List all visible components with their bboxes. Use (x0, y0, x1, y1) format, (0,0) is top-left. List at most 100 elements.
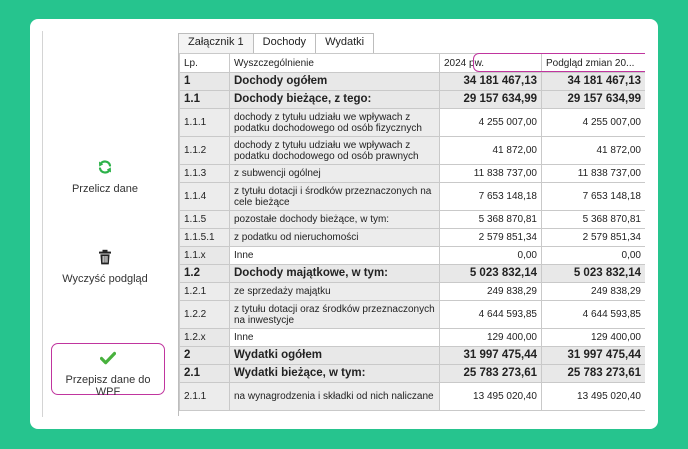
clear-preview-button[interactable]: Wyczyść podgląd (43, 249, 167, 285)
cell-2024: 4 255 007,00 (439, 108, 542, 137)
cell-2024: 29 157 634,99 (439, 90, 542, 109)
refresh-icon (98, 160, 112, 174)
table-row[interactable]: 1.2 Dochody majątkowe, w tym: 5 023 832,… (179, 264, 645, 283)
cell-lp: 2.1 (179, 364, 230, 383)
recalc-button[interactable]: Przelicz dane (43, 159, 167, 195)
copy-to-wpf-button[interactable]: Przepisz dane do WPF (51, 343, 165, 398)
cell-lp: 1.2.2 (179, 300, 230, 329)
cell-lp: 1.1.5.1 (179, 228, 230, 247)
cell-preview: 31 997 475,44 (541, 346, 645, 365)
action-sidebar: Przelicz dane Wyczyść podgląd Przepisz d… (42, 31, 167, 417)
cell-preview: 2 579 851,34 (541, 228, 645, 247)
data-grid: Lp. Wyszczególnienie 2024 pw. Podgląd zm… (178, 53, 645, 416)
cell-description: Wydatki bieżące, w tym: (229, 364, 440, 383)
cell-lp: 1.1.1 (179, 108, 230, 137)
cell-description: na wynagrodzenia i składki od nich nalic… (229, 382, 440, 411)
table-row[interactable]: 1.1.5 pozostałe dochody bieżące, w tym: … (179, 210, 645, 229)
cell-2024: 249 838,29 (439, 282, 542, 301)
table-row[interactable]: 1.1.5.1 z podatku od nieruchomości 2 579… (179, 228, 645, 247)
cell-lp: 1.1.3 (179, 164, 230, 183)
cell-description: Inne (229, 246, 440, 265)
cell-preview: 7 653 148,18 (541, 182, 645, 211)
table-row[interactable]: 1.2.2 z tytułu dotacji oraz środków prze… (179, 300, 645, 329)
cell-lp: 1.1.x (179, 246, 230, 265)
cell-preview: 5 368 870,81 (541, 210, 645, 229)
cell-2024: 34 181 467,13 (439, 72, 542, 91)
table-row[interactable]: 1.2.1 ze sprzedaży majątku 249 838,29 24… (179, 282, 645, 301)
tab-dochody[interactable]: Dochody (252, 33, 317, 53)
cell-description: Inne (229, 328, 440, 347)
tab-wydatki[interactable]: Wydatki (315, 33, 375, 53)
cell-preview: 34 181 467,13 (541, 72, 645, 91)
cell-lp: 1.2.1 (179, 282, 230, 301)
cell-preview: 0,00 (541, 246, 645, 265)
cell-lp: 2.1.1 (179, 382, 230, 411)
cell-preview: 249 838,29 (541, 282, 645, 301)
cell-description: Dochody ogółem (229, 72, 440, 91)
table-row[interactable]: 1.1.3 z subwencji ogólnej 11 838 737,00 … (179, 164, 645, 183)
cell-preview: 25 783 273,61 (541, 364, 645, 383)
cell-preview: 4 644 593,85 (541, 300, 645, 329)
cell-preview: 11 838 737,00 (541, 164, 645, 183)
tab-zalacznik-1[interactable]: Załącznik 1 (178, 33, 254, 53)
cell-lp: 1.2 (179, 264, 230, 283)
cell-2024: 13 495 020,40 (439, 382, 542, 411)
checkmark-icon (100, 351, 116, 365)
cell-2024: 5 368 870,81 (439, 210, 542, 229)
cell-description: ze sprzedaży majątku (229, 282, 440, 301)
cell-2024: 11 838 737,00 (439, 164, 542, 183)
cell-description: Dochody bieżące, z tego: (229, 90, 440, 109)
cell-description: Wydatki ogółem (229, 346, 440, 365)
column-header-description[interactable]: Wyszczególnienie (229, 53, 440, 73)
cell-2024: 7 653 148,18 (439, 182, 542, 211)
cell-2024: 5 023 832,14 (439, 264, 542, 283)
table-row[interactable]: 1.2.x Inne 129 400,00 129 400,00 (179, 328, 645, 347)
table-row[interactable]: 2.1 Wydatki bieżące, w tym: 25 783 273,6… (179, 364, 645, 383)
cell-preview: 29 157 634,99 (541, 90, 645, 109)
table-row[interactable]: 1.1.x Inne 0,00 0,00 (179, 246, 645, 265)
table-row[interactable]: 1.1.1 dochody z tytułu udziału we wpływa… (179, 108, 645, 137)
trash-icon (99, 249, 111, 265)
table-row[interactable]: 1.1 Dochody bieżące, z tego: 29 157 634,… (179, 90, 645, 109)
cell-preview: 129 400,00 (541, 328, 645, 347)
app-frame: Przelicz dane Wyczyść podgląd Przepisz d… (30, 19, 658, 429)
table-row[interactable]: 1.1.2 dochody z tytułu udziału we wpływa… (179, 136, 645, 165)
data-table: Lp. Wyszczególnienie 2024 pw. Podgląd zm… (179, 53, 645, 411)
table-row[interactable]: 1 Dochody ogółem 34 181 467,13 34 181 46… (179, 72, 645, 91)
cell-2024: 129 400,00 (439, 328, 542, 347)
cell-2024: 0,00 (439, 246, 542, 265)
column-header-lp[interactable]: Lp. (179, 53, 230, 73)
column-header-preview[interactable]: Podgląd zmian 20... (541, 53, 645, 73)
tab-bar: Załącznik 1 Dochody Wydatki (178, 33, 375, 53)
cell-preview: 5 023 832,14 (541, 264, 645, 283)
table-row[interactable]: 2.1.1 na wynagrodzenia i składki od nich… (179, 382, 645, 411)
recalc-label: Przelicz dane (71, 183, 139, 195)
cell-description: z tytułu dotacji i środków przeznaczonyc… (229, 182, 440, 211)
copy-to-wpf-label: Przepisz dane do WPF (65, 374, 151, 398)
cell-description: z subwencji ogólnej (229, 164, 440, 183)
cell-description: dochody z tytułu udziału we wpływach z p… (229, 136, 440, 165)
cell-description: pozostałe dochody bieżące, w tym: (229, 210, 440, 229)
cell-description: dochody z tytułu udziału we wpływach z p… (229, 108, 440, 137)
cell-2024: 41 872,00 (439, 136, 542, 165)
cell-lp: 1.2.x (179, 328, 230, 347)
cell-2024: 4 644 593,85 (439, 300, 542, 329)
cell-2024: 31 997 475,44 (439, 346, 542, 365)
column-header-2024[interactable]: 2024 pw. (439, 53, 542, 73)
cell-preview: 13 495 020,40 (541, 382, 645, 411)
clear-preview-label: Wyczyść podgląd (62, 273, 148, 285)
cell-description: z podatku od nieruchomości (229, 228, 440, 247)
cell-preview: 4 255 007,00 (541, 108, 645, 137)
cell-lp: 1.1.2 (179, 136, 230, 165)
cell-2024: 2 579 851,34 (439, 228, 542, 247)
table-row[interactable]: 1.1.4 z tytułu dotacji i środków przezna… (179, 182, 645, 211)
cell-2024: 25 783 273,61 (439, 364, 542, 383)
cell-description: Dochody majątkowe, w tym: (229, 264, 440, 283)
table-row[interactable]: 2 Wydatki ogółem 31 997 475,44 31 997 47… (179, 346, 645, 365)
cell-lp: 1.1 (179, 90, 230, 109)
cell-lp: 1 (179, 72, 230, 91)
cell-lp: 1.1.4 (179, 182, 230, 211)
cell-lp: 1.1.5 (179, 210, 230, 229)
cell-description: z tytułu dotacji oraz środków przeznaczo… (229, 300, 440, 329)
cell-lp: 2 (179, 346, 230, 365)
